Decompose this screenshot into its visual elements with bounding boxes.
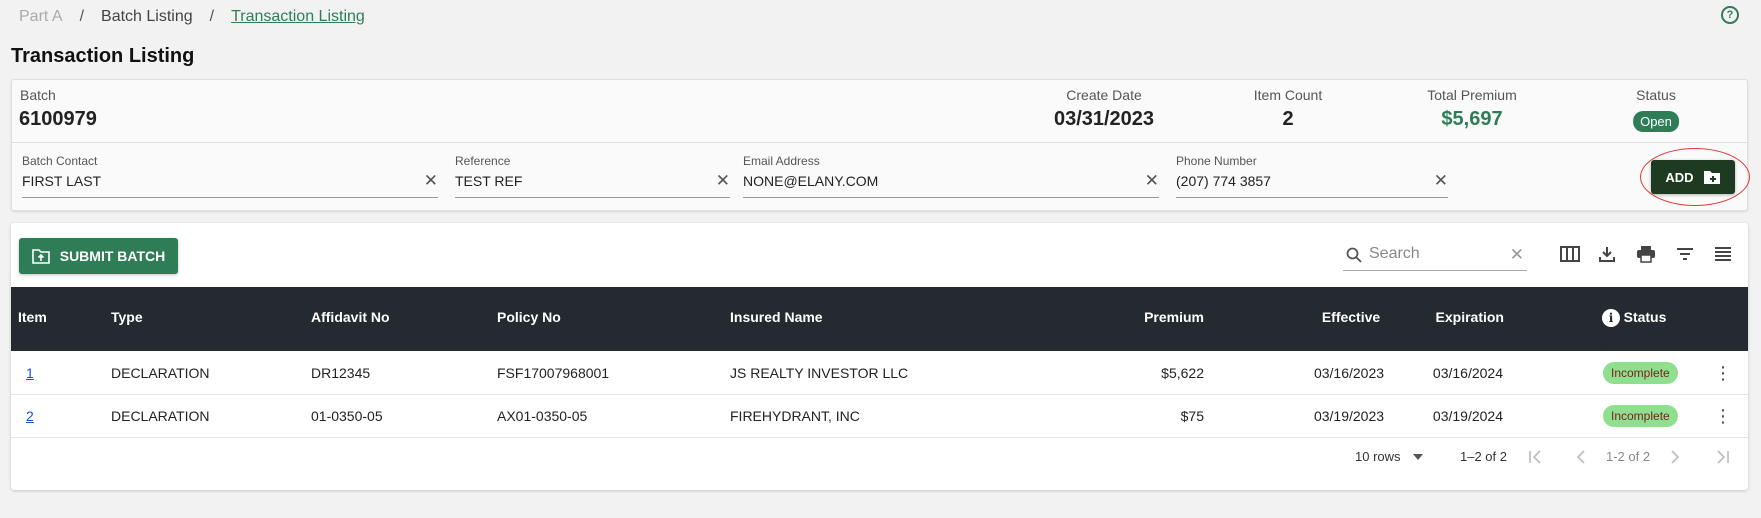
submit-batch-button[interactable]: SUBMIT BATCH: [19, 238, 178, 274]
search-input[interactable]: [1369, 245, 1499, 263]
clear-icon[interactable]: ✕: [424, 171, 438, 191]
item-link-text[interactable]: 1: [26, 365, 34, 381]
add-button[interactable]: ADD: [1651, 160, 1735, 194]
add-button-label: ADD: [1665, 169, 1694, 185]
item-link[interactable]: 1: [26, 365, 34, 381]
column-header-affidavit[interactable]: Affidavit No: [311, 309, 390, 325]
email-value: NONE@ELANY.COM: [743, 173, 879, 189]
clear-search-icon[interactable]: ✕: [1510, 245, 1524, 265]
table-header: Item Type Affidavit No Policy No Insured…: [11, 287, 1748, 351]
filter-icon[interactable]: [1673, 242, 1697, 266]
cell-insured: FIREHYDRANT, INC: [730, 408, 860, 424]
cell-affidavit: DR12345: [311, 365, 371, 381]
info-icon[interactable]: i: [1602, 309, 1620, 327]
clear-icon[interactable]: ✕: [716, 171, 730, 191]
item-count-value: 2: [1282, 108, 1294, 130]
batch-contact-field[interactable]: Batch Contact FIRST LAST ✕: [22, 154, 438, 198]
clear-icon[interactable]: ✕: [1145, 171, 1159, 191]
column-header-expiration[interactable]: Expiration: [1436, 309, 1504, 325]
search-box: ✕: [1343, 240, 1527, 271]
cell-effective: 03/19/2023: [1313, 408, 1385, 424]
phone-value: (207) 774 3857: [1176, 173, 1271, 189]
cell-insured: JS REALTY INVESTOR LLC: [730, 365, 909, 381]
total-premium-value: $5,697: [1441, 108, 1503, 130]
cell-type: DECLARATION: [111, 365, 210, 381]
submit-batch-label: SUBMIT BATCH: [59, 248, 166, 264]
item-link[interactable]: 2: [26, 408, 34, 424]
page-indicator: 1-2 of 2: [1606, 449, 1651, 464]
batch-label: Batch: [20, 87, 56, 103]
status-badge: Incomplete: [1603, 362, 1678, 384]
card-divider: [12, 142, 1747, 143]
item-link-text[interactable]: 2: [26, 408, 34, 424]
phone-field[interactable]: Phone Number (207) 774 3857 ✕: [1176, 154, 1448, 198]
pagination: 10 rows 1–2 of 2 1-2 of 2: [11, 437, 1748, 477]
rows-per-page-select[interactable]: 10 rows: [1355, 449, 1401, 464]
batch-contact-value: FIRST LAST: [22, 173, 102, 189]
batch-number: 6100979: [19, 108, 97, 130]
batch-summary-card: Batch 6100979 Create Date 03/31/2023 Ite…: [11, 79, 1748, 211]
column-header-policy[interactable]: Policy No: [497, 309, 561, 325]
breadcrumb-separator: /: [209, 8, 215, 25]
status-badge: Open: [1633, 111, 1679, 132]
breadcrumb-separator: /: [79, 8, 85, 25]
print-icon[interactable]: [1634, 242, 1658, 266]
first-page-icon[interactable]: [1528, 450, 1542, 464]
status-label: Status: [1636, 87, 1676, 103]
density-icon[interactable]: [1711, 242, 1735, 266]
last-page-icon[interactable]: [1716, 450, 1730, 464]
next-page-icon[interactable]: [1670, 450, 1680, 464]
breadcrumb: Part A / Batch Listing / Transaction Lis…: [19, 8, 365, 26]
table-row[interactable]: 2 DECLARATION 01-0350-05 AX01-0350-05 FI…: [11, 395, 1748, 438]
clear-icon[interactable]: ✕: [1434, 171, 1448, 191]
breadcrumb-batch-listing[interactable]: Batch Listing: [101, 8, 193, 26]
column-header-insured[interactable]: Insured Name: [730, 309, 823, 325]
total-premium-label: Total Premium: [1427, 87, 1517, 103]
reference-label: Reference: [455, 154, 511, 168]
create-date-label: Create Date: [1066, 87, 1142, 103]
add-file-icon: [1703, 171, 1720, 184]
pagination-range: 1–2 of 2: [1460, 449, 1507, 464]
column-header-type[interactable]: Type: [111, 309, 143, 325]
phone-label: Phone Number: [1176, 154, 1257, 168]
columns-icon[interactable]: [1558, 242, 1582, 266]
chevron-down-icon[interactable]: [1413, 454, 1423, 460]
folder-upload-icon: [31, 248, 50, 264]
email-label: Email Address: [743, 154, 820, 168]
search-icon: [1346, 247, 1362, 263]
cell-policy: FSF17007968001: [497, 365, 610, 381]
email-field[interactable]: Email Address NONE@ELANY.COM ✕: [743, 154, 1159, 198]
breadcrumb-part-a[interactable]: Part A: [19, 8, 63, 26]
table-row[interactable]: 1 DECLARATION DR12345 FSF17007968001 JS …: [11, 352, 1748, 395]
download-icon[interactable]: [1595, 242, 1619, 266]
column-header-premium[interactable]: Premium: [1144, 309, 1204, 325]
create-date-value: 03/31/2023: [1053, 108, 1155, 130]
cell-premium: $75: [1180, 408, 1204, 424]
breadcrumb-transaction-listing[interactable]: Transaction Listing: [231, 8, 365, 26]
cell-expiration: 03/16/2024: [1432, 365, 1503, 381]
column-header-item[interactable]: Item: [18, 309, 47, 325]
column-header-status[interactable]: Status: [1624, 309, 1667, 325]
cell-policy: AX01-0350-05: [497, 408, 588, 424]
transactions-table-card: SUBMIT BATCH ✕ Item Type Affidavit No Po…: [11, 223, 1748, 490]
more-vert-icon[interactable]: ⋮: [1714, 407, 1732, 425]
help-circle-icon[interactable]: ?: [1721, 6, 1739, 24]
page-title: Transaction Listing: [11, 45, 195, 67]
cell-effective: 03/16/2023: [1313, 365, 1385, 381]
column-header-effective[interactable]: Effective: [1322, 309, 1380, 325]
cell-premium: $5,622: [1161, 365, 1204, 381]
more-vert-icon[interactable]: ⋮: [1714, 364, 1732, 382]
cell-affidavit: 01-0350-05: [311, 408, 383, 424]
reference-value: TEST REF: [455, 173, 523, 189]
item-count-label: Item Count: [1253, 87, 1323, 103]
status-badge: Incomplete: [1603, 405, 1678, 427]
cell-expiration: 03/19/2024: [1432, 408, 1503, 424]
batch-contact-label: Batch Contact: [22, 154, 98, 168]
reference-field[interactable]: Reference TEST REF ✕: [455, 154, 730, 198]
cell-type: DECLARATION: [111, 408, 210, 424]
previous-page-icon[interactable]: [1576, 450, 1586, 464]
